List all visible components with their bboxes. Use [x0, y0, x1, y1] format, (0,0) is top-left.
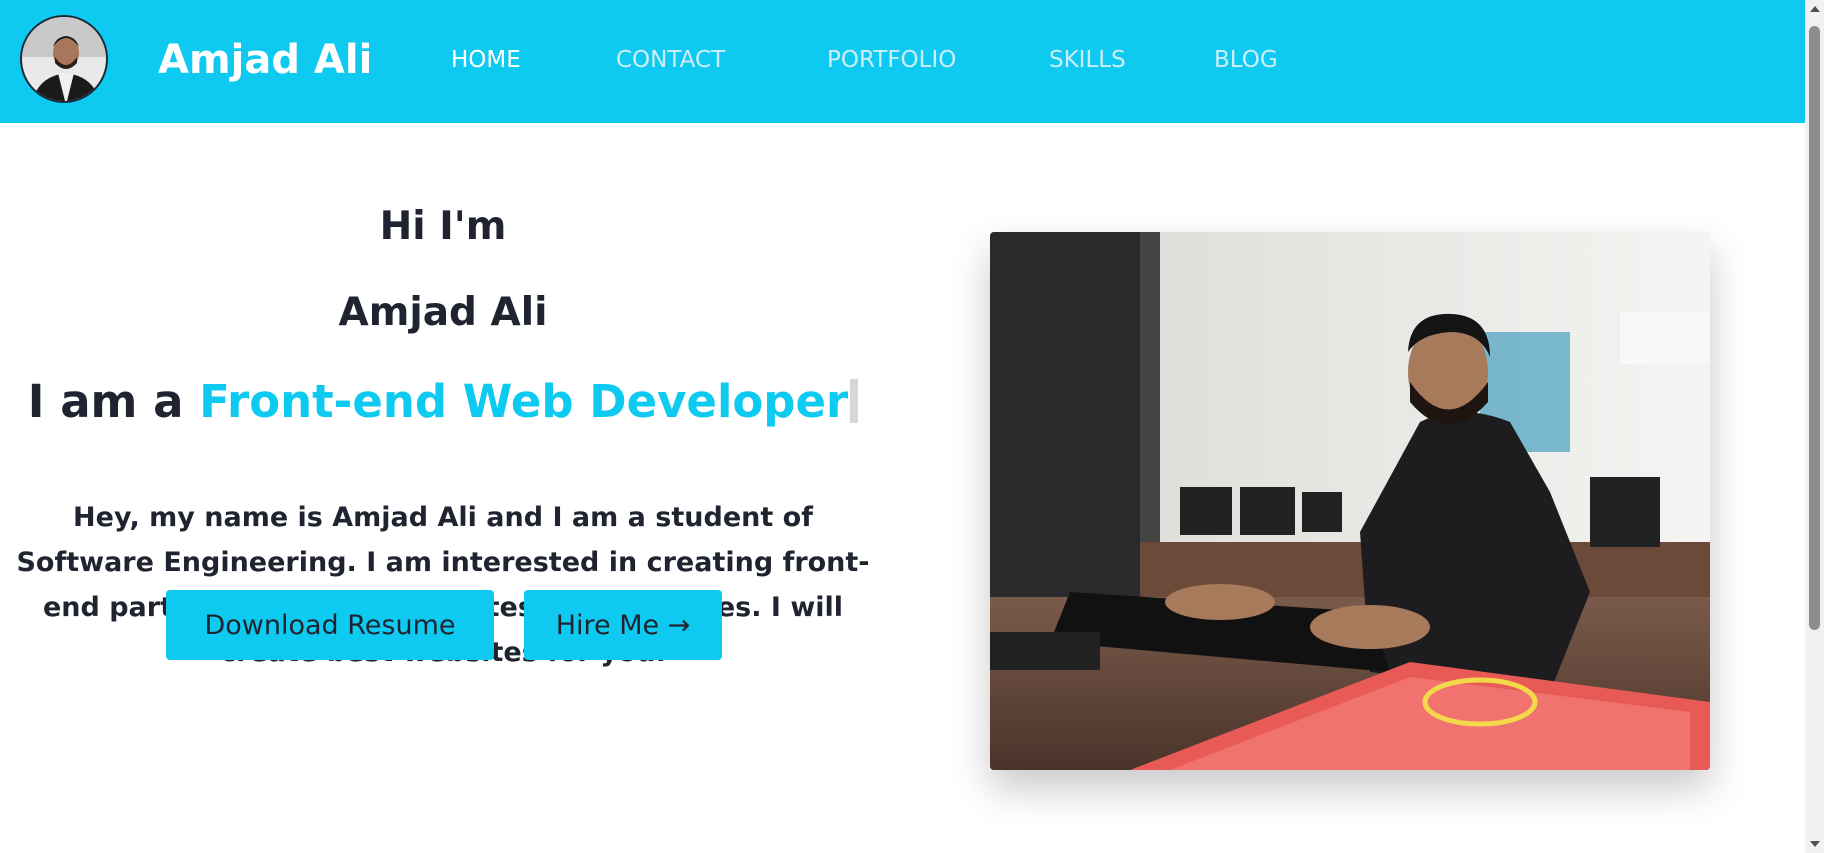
- nav-portfolio[interactable]: PORTFOLIO: [827, 46, 956, 74]
- brand-name[interactable]: Amjad Ali: [158, 34, 372, 86]
- scroll-up-icon[interactable]: [1810, 6, 1820, 12]
- download-resume-button[interactable]: Download Resume: [166, 590, 494, 660]
- hero-photo: [990, 232, 1710, 770]
- scroll-down-icon[interactable]: [1810, 841, 1820, 847]
- nav-contact[interactable]: CONTACT: [616, 46, 725, 74]
- role-title: Front-end Web Developer: [199, 375, 849, 428]
- hire-me-button[interactable]: Hire Me →: [524, 590, 722, 660]
- nav-home[interactable]: HOME: [451, 46, 521, 74]
- hero-name: Amjad Ali: [338, 290, 548, 335]
- page-scrollbar[interactable]: [1805, 0, 1824, 853]
- typing-cursor: [850, 379, 859, 423]
- site-header: Amjad Ali HOME CONTACT PORTFOLIO SKILLS …: [0, 0, 1805, 123]
- scroll-thumb[interactable]: [1809, 26, 1820, 630]
- nav-skills[interactable]: SKILLS: [1049, 46, 1126, 74]
- hero-role: I am a Front-end Web Developer: [0, 375, 886, 429]
- hero-greeting: Hi I'm: [379, 204, 507, 249]
- role-prefix: I am a: [27, 375, 184, 428]
- developer-photo: [990, 232, 1710, 770]
- avatar[interactable]: [20, 15, 108, 103]
- nav-blog[interactable]: BLOG: [1214, 46, 1278, 74]
- avatar-photo: [22, 17, 106, 101]
